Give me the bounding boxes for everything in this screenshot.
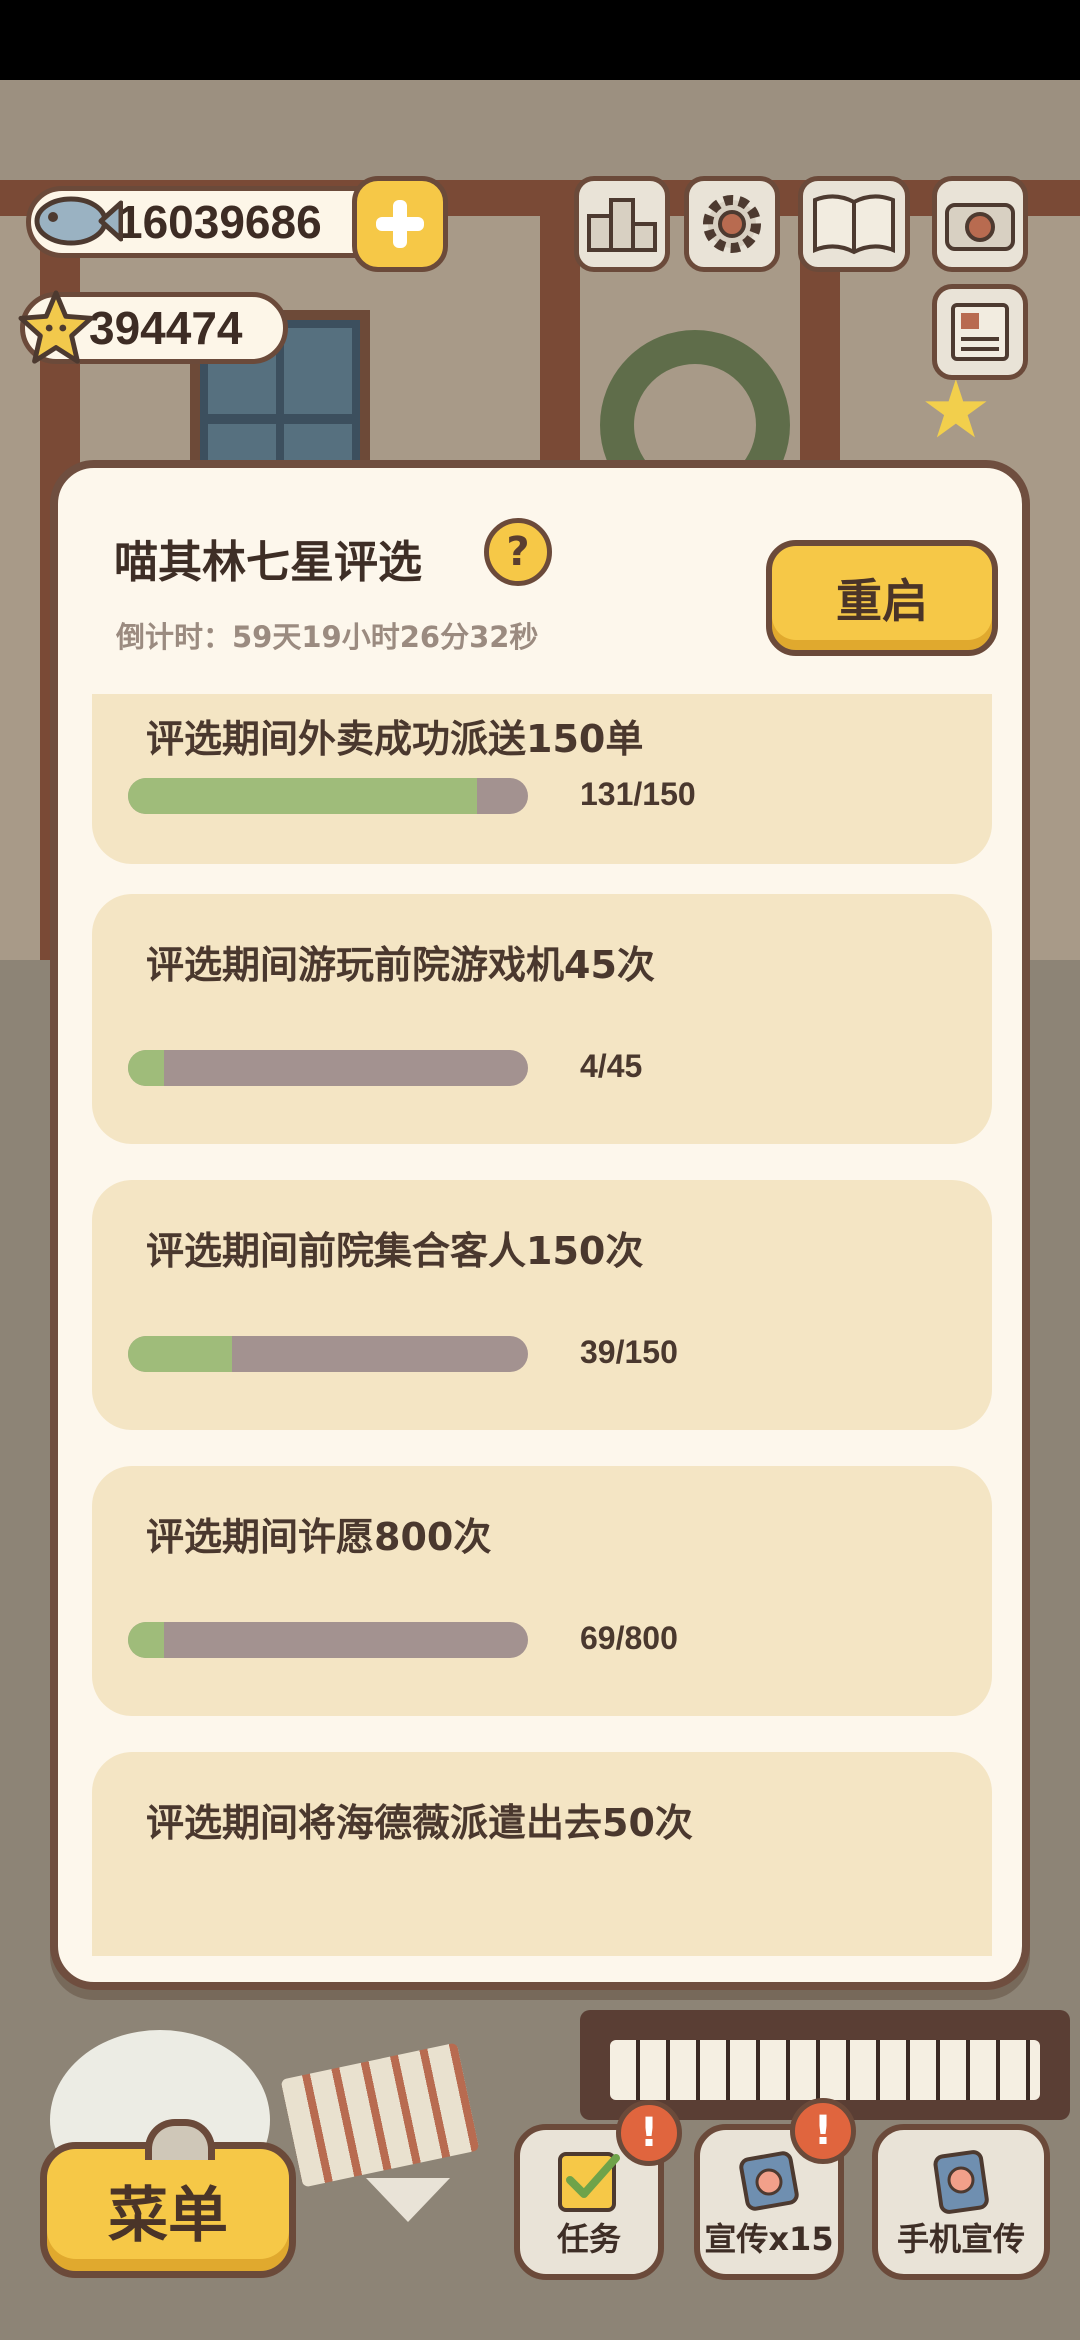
fish-count: 16039686 bbox=[117, 196, 322, 248]
task-list[interactable]: 评选期间外卖成功派送150单 131/150 评选期间游玩前院游戏机45次 4/… bbox=[92, 694, 992, 1956]
alert-icon: ! bbox=[616, 2100, 682, 2166]
progress-bar bbox=[128, 778, 528, 814]
phone-icon bbox=[933, 2150, 989, 2214]
task-title: 评选期间将海德薇派遣出去50次 bbox=[146, 1801, 693, 1845]
restart-button[interactable]: 重启 bbox=[766, 540, 998, 656]
alert-icon: ! bbox=[790, 2098, 856, 2164]
settings-button[interactable] bbox=[684, 176, 780, 272]
camera-button[interactable] bbox=[932, 176, 1028, 272]
leaderboard-icon bbox=[587, 198, 657, 252]
task-card: 评选期间外卖成功派送150单 131/150 bbox=[92, 694, 992, 864]
progress-fill bbox=[128, 1050, 164, 1086]
fish-icon bbox=[34, 196, 123, 246]
plus-icon bbox=[376, 200, 424, 248]
countdown-timer: 倒计时：59天19小时26分32秒 bbox=[116, 620, 539, 654]
progress-count: 69/800 bbox=[580, 1620, 678, 1656]
task-title: 评选期间游玩前院游戏机45次 bbox=[146, 943, 655, 987]
progress-bar bbox=[128, 1336, 528, 1372]
task-title: 评选期间外卖成功派送150单 bbox=[146, 717, 644, 761]
album-button[interactable] bbox=[798, 176, 910, 272]
task-checklist-icon bbox=[558, 2152, 620, 2212]
chevron-down-icon[interactable] bbox=[366, 2178, 450, 2222]
task-title: 评选期间前院集合客人150次 bbox=[146, 1229, 644, 1273]
phone-promo-label: 手机宣传 bbox=[896, 2220, 1025, 2258]
progress-fill bbox=[128, 1336, 232, 1372]
promo-card-icon bbox=[739, 2151, 799, 2211]
leaderboard-button[interactable] bbox=[574, 176, 670, 272]
progress-bar bbox=[128, 1622, 528, 1658]
task-card: 评选期间游玩前院游戏机45次 4/45 bbox=[92, 894, 992, 1144]
tree-star-decoration: ★ bbox=[920, 363, 992, 456]
task-card: 评选期间将海德薇派遣出去50次 bbox=[92, 1752, 992, 1956]
album-book-icon bbox=[813, 194, 895, 255]
star-icon bbox=[18, 290, 94, 364]
newspaper-icon bbox=[951, 303, 1009, 361]
settings-gear-icon bbox=[703, 195, 761, 253]
newspaper-button[interactable] bbox=[932, 284, 1028, 380]
task-card: 评选期间许愿800次 69/800 bbox=[92, 1466, 992, 1716]
system-status-bar bbox=[0, 0, 1080, 80]
michelin-rating-panel: 喵其林七星评选 ? 倒计时：59天19小时26分32秒 重启 评选期间外卖成功派… bbox=[50, 460, 1030, 1990]
progress-count: 4/45 bbox=[580, 1048, 643, 1084]
progress-count: 131/150 bbox=[580, 776, 696, 812]
task-title: 评选期间许愿800次 bbox=[146, 1515, 492, 1559]
progress-fill bbox=[128, 1622, 164, 1658]
progress-fill bbox=[128, 778, 478, 814]
add-currency-button[interactable] bbox=[352, 176, 448, 272]
star-count: 394474 bbox=[89, 302, 243, 354]
tasks-label: 任务 bbox=[556, 2220, 621, 2258]
star-rating-counter: 394474 bbox=[18, 290, 288, 364]
promo-label: 宣传x15 bbox=[704, 2220, 834, 2258]
progress-bar bbox=[128, 1050, 528, 1086]
camera-icon bbox=[945, 203, 1015, 251]
menu-button[interactable]: 菜单 bbox=[40, 2119, 296, 2278]
progress-count: 39/150 bbox=[580, 1334, 678, 1370]
task-card: 评选期间前院集合客人150次 39/150 bbox=[92, 1180, 992, 1430]
phone-promo-button[interactable]: 手机宣传 bbox=[872, 2124, 1050, 2280]
help-icon[interactable]: ? bbox=[484, 518, 552, 586]
panel-title: 喵其林七星评选 bbox=[114, 537, 422, 588]
